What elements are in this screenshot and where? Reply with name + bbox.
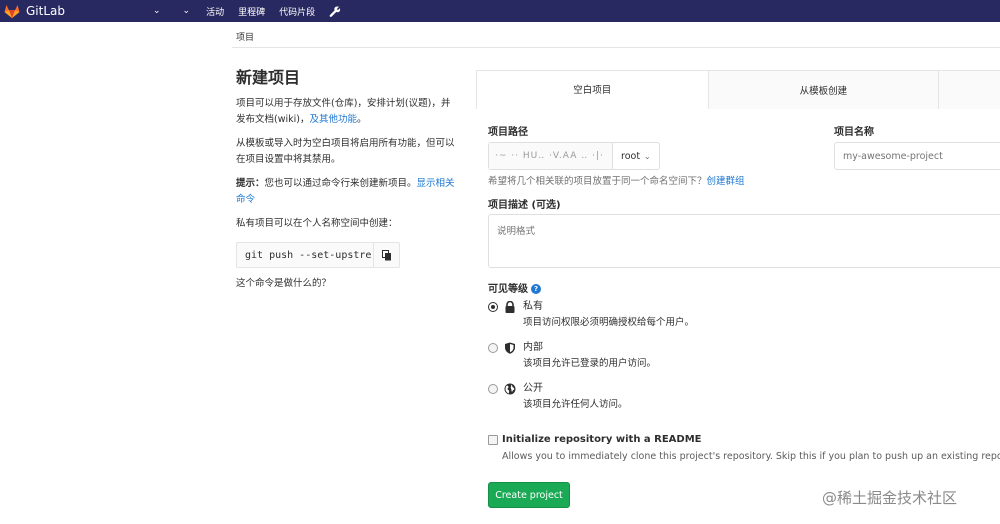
page-title: 新建项目 <box>236 68 301 87</box>
watermark: @稀土掘金技术社区 <box>822 489 958 507</box>
brand-name: GitLab <box>26 4 65 18</box>
git-command[interactable]: git push --set-upstre <box>237 250 373 261</box>
new-project-info: 新建项目 项目可以用于存放文件(仓库)，安排计划(议题)，并发布文档(wiki)… <box>236 66 458 292</box>
public-title: 公开 <box>523 383 543 394</box>
create-project-button[interactable]: Create project <box>488 482 570 508</box>
namespace-help-text: 希望将几个相关联的项目放置于同一个命名空间下？ <box>488 176 707 187</box>
visibility-public-option[interactable]: 公开 该项目允许任何人访问。 <box>488 383 628 411</box>
command-box: git push --set-upstre <box>236 242 400 268</box>
project-description-label: 项目描述 (可选) <box>488 200 561 211</box>
project-path-group: ·~ ·· HU‥ ·V.AA ‥ ·|· root ⌄ <box>488 142 660 170</box>
visibility-internal-option[interactable]: 内部 该项目允许已登录的用户访问。 <box>488 342 656 370</box>
template-note: 从模板或导入时为空白项目将启用所有功能，但可以在项目设置中将其禁用。 <box>236 138 455 165</box>
copy-icon <box>381 249 391 260</box>
nav-activity[interactable]: 活动 <box>206 5 224 18</box>
top-navbar: GitLab ⌄ ⌄ 活动 里程碑 代码片段 <box>0 0 1000 22</box>
tab-import-project[interactable] <box>938 71 1000 109</box>
internal-radio[interactable] <box>488 343 498 353</box>
path-url-prefix: ·~ ·· HU‥ ·V.AA ‥ ·|· <box>489 143 613 169</box>
command-help-link[interactable]: 这个命令是做什么的？ <box>236 276 458 292</box>
tab-blank-project[interactable]: 空白项目 <box>477 71 708 109</box>
groups-dropdown-chevron-icon[interactable]: ⌄ <box>183 6 191 16</box>
initialize-readme-row[interactable]: Initialize repository with a README <box>488 434 702 445</box>
create-group-link[interactable]: 创建群组 <box>707 176 745 187</box>
public-text: 公开 该项目允许任何人访问。 <box>523 383 628 411</box>
tip-text: 提示：您也可以通过命令行来创建新项目。显示相关命令 <box>236 176 458 208</box>
project-name-label: 项目名称 <box>834 127 874 138</box>
other-features-link[interactable]: 及其他功能 <box>309 114 357 125</box>
readme-help-text: Allows you to immediately clone this pro… <box>502 451 1000 462</box>
question-icon[interactable]: ? <box>531 284 541 294</box>
visibility-private-option[interactable]: 私有 项目访问权限必须明确授权给每个用户。 <box>488 301 694 329</box>
visibility-label-text: 可见等级 <box>488 284 528 295</box>
copy-command-button[interactable] <box>373 243 399 267</box>
private-title: 私有 <box>523 301 543 312</box>
readme-label[interactable]: Initialize repository with a README <box>502 434 702 445</box>
nav-snippets[interactable]: 代码片段 <box>279 5 315 18</box>
tab-from-template[interactable]: 从模板创建 <box>707 71 939 109</box>
project-path-label: 项目路径 <box>488 127 528 138</box>
tip-prefix: 提示： <box>236 178 265 189</box>
project-type-tabs: 空白项目 从模板创建 <box>476 70 1000 109</box>
shield-icon <box>505 342 515 354</box>
lock-icon <box>505 301 515 313</box>
project-name-input[interactable] <box>834 142 1000 170</box>
internal-text: 内部 该项目允许已登录的用户访问。 <box>523 342 656 370</box>
desc-end: 。 <box>356 114 367 125</box>
private-project-note: 私有项目可以在个人名称空间中创建： <box>236 218 398 229</box>
internal-title: 内部 <box>523 342 543 353</box>
admin-wrench-icon[interactable] <box>329 5 341 17</box>
private-desc: 项目访问权限必须明确授权给每个用户。 <box>523 317 695 328</box>
project-description-text: 项目可以用于存放文件(仓库)，安排计划(议题)，并发布文档(wiki)，及其他功… <box>236 96 458 128</box>
public-radio[interactable] <box>488 384 498 394</box>
namespace-select[interactable]: root ⌄ <box>613 151 651 162</box>
public-desc: 该项目允许任何人访问。 <box>523 399 628 410</box>
nav-milestones[interactable]: 里程碑 <box>238 5 265 18</box>
project-description-input[interactable] <box>488 214 1000 268</box>
gitlab-logo[interactable]: GitLab <box>4 4 65 18</box>
globe-icon <box>504 383 516 395</box>
namespace-help: 希望将几个相关联的项目放置于同一个命名空间下？创建群组 <box>488 173 745 187</box>
breadcrumb[interactable]: 项目 <box>236 30 254 43</box>
chevron-down-icon: ⌄ <box>644 151 651 161</box>
tip-body: 您也可以通过命令行来创建新项目。 <box>264 178 417 189</box>
private-text: 私有 项目访问权限必须明确授权给每个用户。 <box>523 301 694 329</box>
internal-desc: 该项目允许已登录的用户访问。 <box>523 358 657 369</box>
namespace-value: root <box>621 150 641 162</box>
private-radio[interactable] <box>488 302 498 312</box>
projects-dropdown-chevron-icon[interactable]: ⌄ <box>153 6 161 16</box>
readme-checkbox[interactable] <box>488 434 498 445</box>
breadcrumb-divider <box>232 47 1000 48</box>
gitlab-fox-icon <box>4 5 20 18</box>
visibility-label: 可见等级? <box>488 280 541 295</box>
